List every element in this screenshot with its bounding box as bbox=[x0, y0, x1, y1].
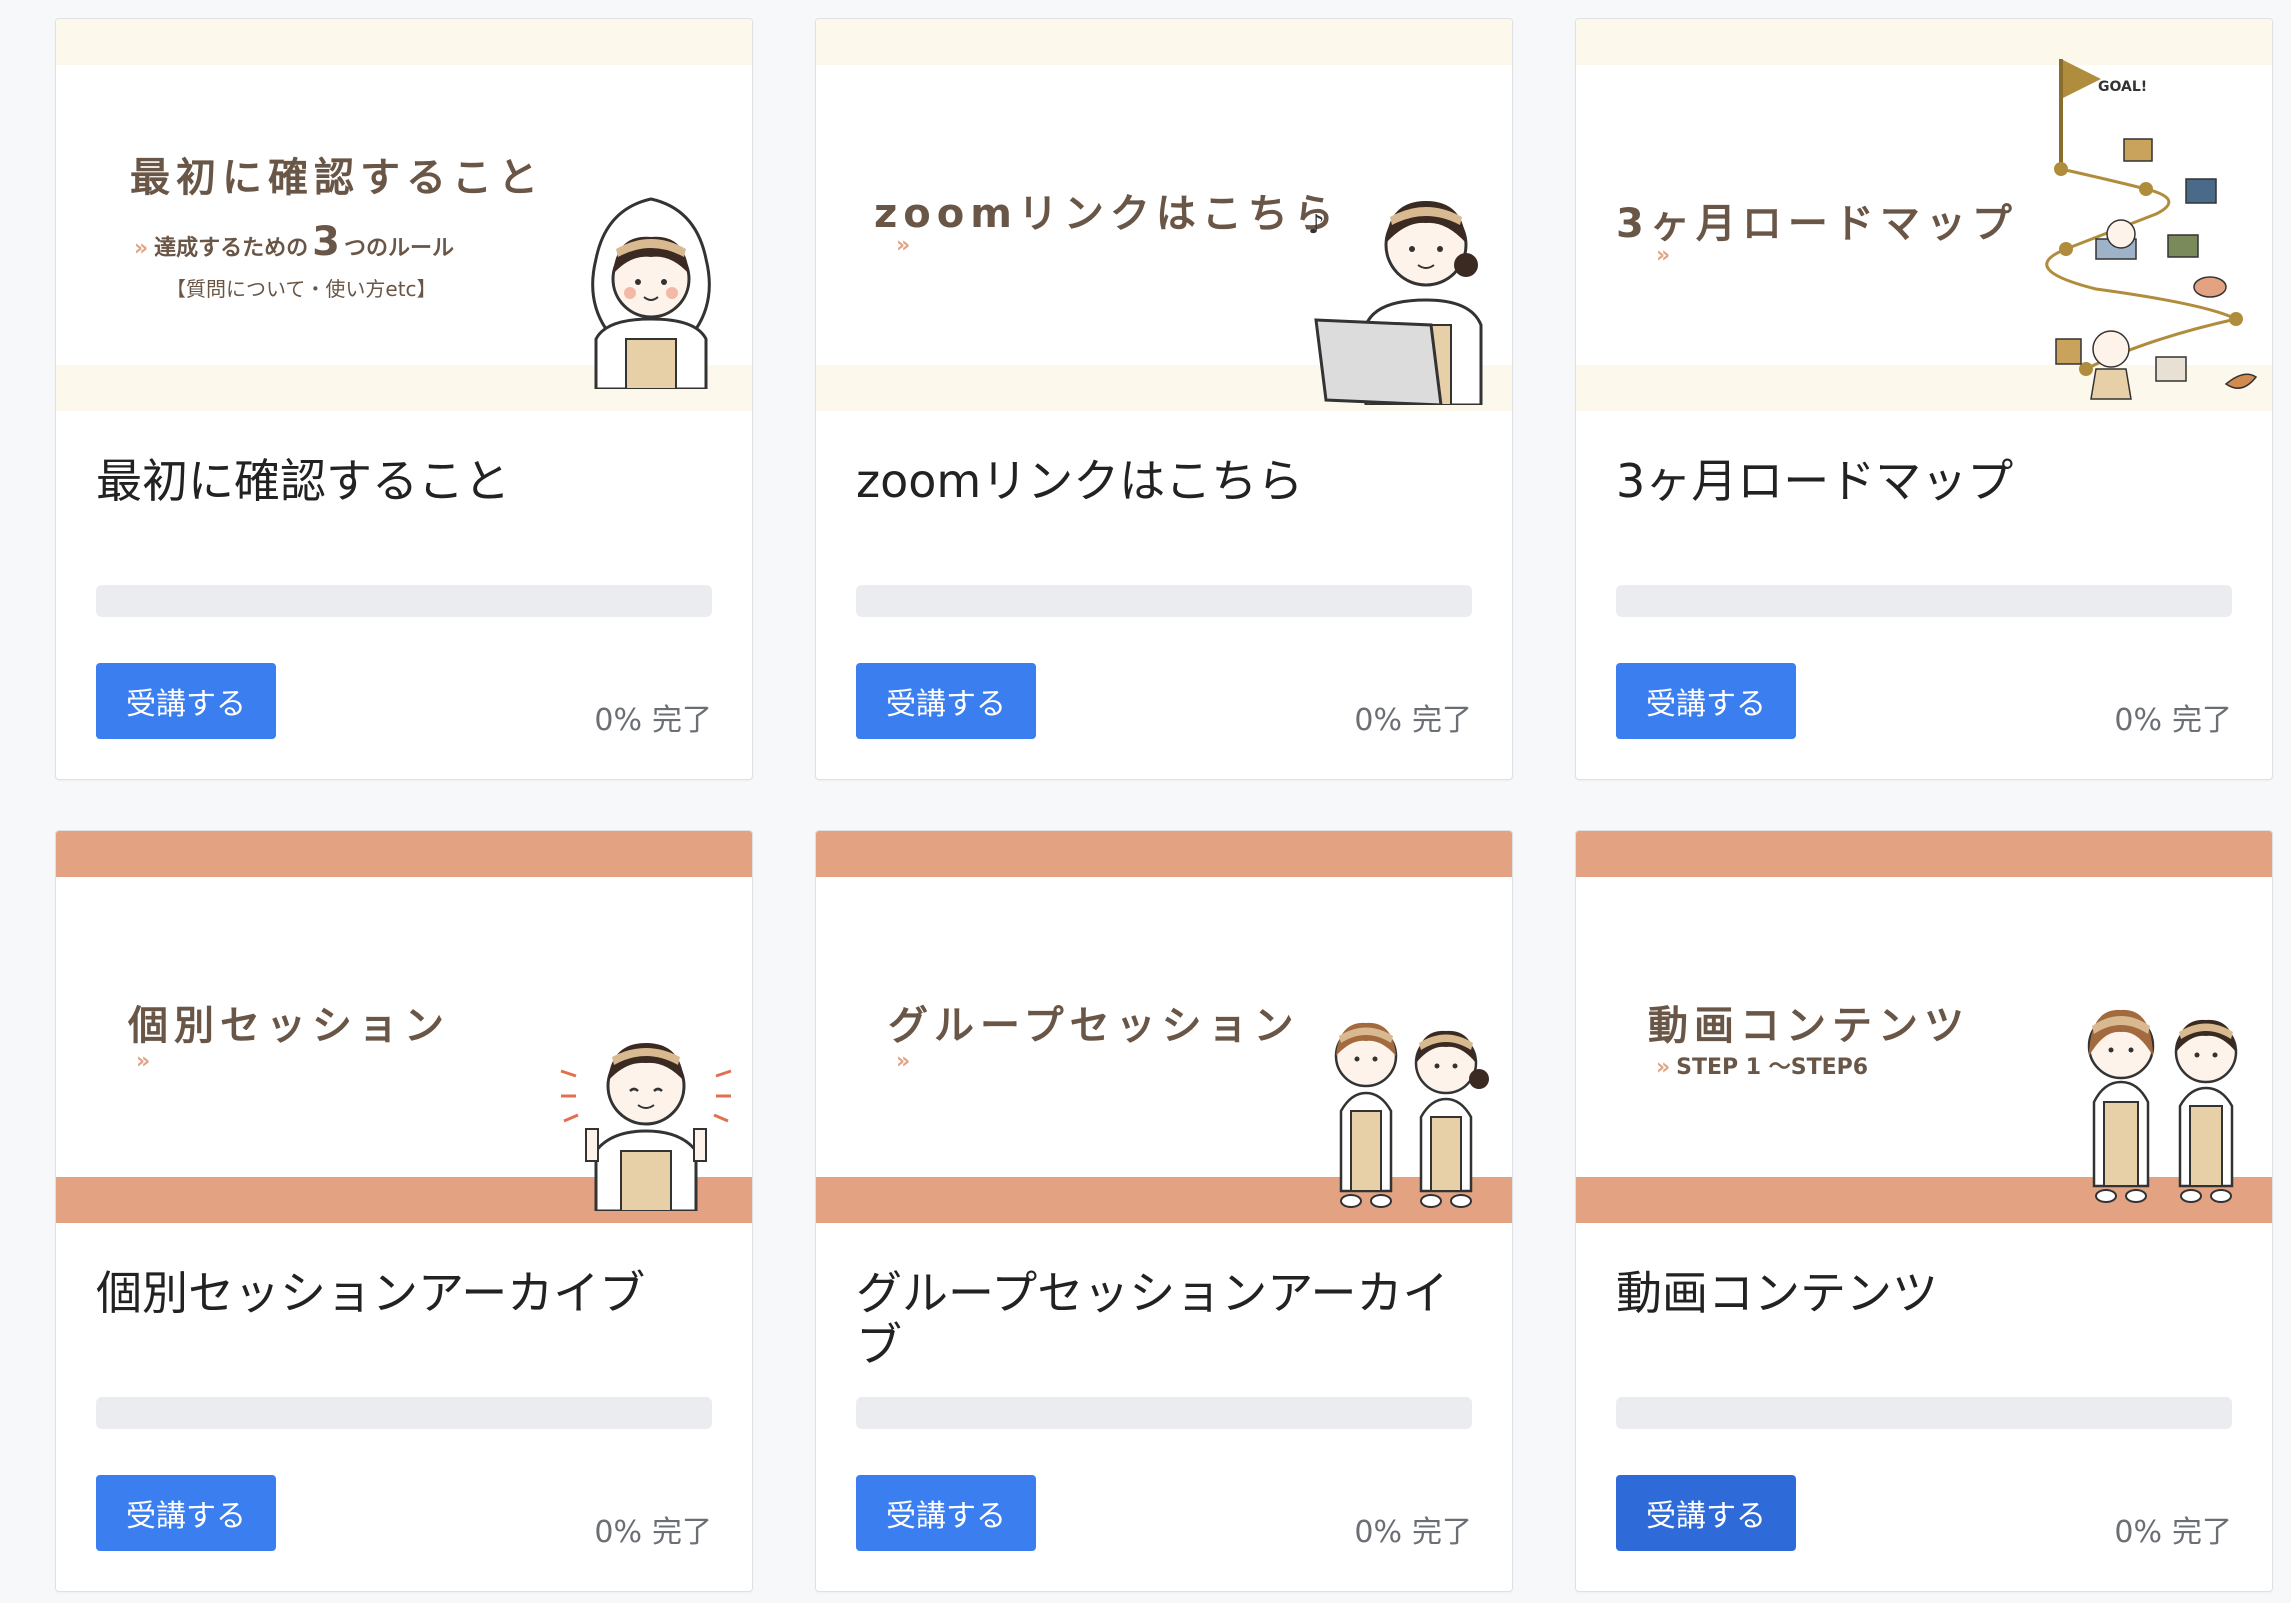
course-card[interactable]: グループセッション ›› グループセッションアーカイブ 受講する 0% 完了 bbox=[815, 830, 1513, 1592]
course-thumbnail[interactable]: 最初に確認すること ›› 達成するための 3 つのルール 【質問について・使い方etc… bbox=[56, 19, 752, 411]
enroll-button[interactable]: 受講する bbox=[96, 1475, 276, 1551]
progress-bar bbox=[856, 585, 1472, 617]
woman-thumbs-up-illustration bbox=[560, 1043, 732, 1211]
thumbnail-note: 【質問について・使い方etc】 bbox=[166, 277, 437, 301]
chevron-right-icon: ›› bbox=[1656, 243, 1670, 268]
thumbnail-band-top bbox=[816, 831, 1512, 877]
thumbnail-chevron: ›› bbox=[896, 1049, 916, 1074]
svg-text:♪: ♪ bbox=[1308, 210, 1325, 240]
enroll-button[interactable]: 受講する bbox=[856, 663, 1036, 739]
thumbnail-title: zoomリンクはこちら bbox=[874, 191, 1340, 237]
course-thumbnail[interactable]: 個別セッション ›› bbox=[56, 831, 752, 1223]
chevron-right-icon: ›› bbox=[136, 1049, 150, 1074]
thumbnail-title: グループセッション bbox=[888, 1003, 1300, 1049]
progress-label: 完了 bbox=[652, 703, 712, 738]
course-card[interactable]: 3ヶ月ロードマップ ›› GOAL! 3ヶ月ロードマップ 受講する 0% 完了 bbox=[1575, 18, 2273, 780]
progress-status: 0% 完了 bbox=[594, 1507, 712, 1551]
course-title: 最初に確認すること bbox=[96, 454, 510, 508]
progress-percent: 0% bbox=[2114, 703, 2162, 738]
thumbnail-title: 個別セッション bbox=[128, 1003, 450, 1049]
thumbnail-band-top bbox=[816, 19, 1512, 65]
progress-label: 完了 bbox=[652, 1515, 712, 1550]
thumbnail-subtitle: ›› STEP 1 〜STEP6 bbox=[1656, 1055, 1869, 1080]
roadmap-path-illustration: GOAL! bbox=[2045, 59, 2258, 400]
course-card[interactable]: 動画コンテンツ ›› STEP 1 〜STEP6 動画コンテンツ 受講する 0%… bbox=[1575, 830, 2273, 1592]
course-card[interactable]: 個別セッション ›› 個別セッションアーカイブ 受講する 0% 完了 bbox=[55, 830, 753, 1592]
woman-arms-circle-illustration bbox=[591, 197, 711, 389]
progress-status: 0% 完了 bbox=[2114, 1507, 2232, 1551]
two-women-illustration bbox=[1334, 1022, 1489, 1208]
course-thumbnail[interactable]: zoomリンクはこちら ›› ♪ bbox=[816, 19, 1512, 411]
thumbnail-subtitle-number: 3 bbox=[312, 219, 340, 265]
enroll-button[interactable]: 受講する bbox=[1616, 1475, 1796, 1551]
chevron-right-icon: ›› bbox=[134, 236, 148, 261]
course-title: zoomリンクはこちら bbox=[856, 454, 1304, 508]
goal-label: GOAL! bbox=[2098, 79, 2147, 95]
progress-status: 0% 完了 bbox=[1354, 695, 1472, 739]
progress-bar bbox=[1616, 585, 2232, 617]
course-thumbnail[interactable]: 動画コンテンツ ›› STEP 1 〜STEP6 bbox=[1576, 831, 2272, 1223]
course-title: 3ヶ月ロードマップ bbox=[1616, 454, 2014, 508]
course-card[interactable]: 最初に確認すること ›› 達成するための 3 つのルール 【質問について・使い方etc… bbox=[55, 18, 753, 780]
progress-label: 完了 bbox=[1412, 703, 1472, 738]
course-thumbnail[interactable]: グループセッション ›› bbox=[816, 831, 1512, 1223]
thumbnail-title: 3ヶ月ロードマップ bbox=[1616, 201, 2018, 247]
woman-laptop-illustration: ♪ bbox=[1308, 201, 1483, 405]
thumbnail-title: 最初に確認すること bbox=[130, 155, 544, 201]
course-title: グループセッションアーカイブ bbox=[856, 1266, 1449, 1372]
progress-percent: 0% bbox=[2114, 1515, 2162, 1550]
chevron-right-icon: ›› bbox=[896, 1049, 910, 1074]
progress-percent: 0% bbox=[594, 703, 642, 738]
progress-label: 完了 bbox=[1412, 1515, 1472, 1550]
course-card[interactable]: zoomリンクはこちら ›› ♪ zoomリンクはこちら 受講する 0% 完了 bbox=[815, 18, 1513, 780]
enroll-button[interactable]: 受講する bbox=[856, 1475, 1036, 1551]
thumbnail-chevron: ›› bbox=[896, 233, 916, 258]
progress-percent: 0% bbox=[594, 1515, 642, 1550]
thumbnail-band-top bbox=[1576, 831, 2272, 877]
course-title: 動画コンテンツ bbox=[1616, 1266, 1938, 1320]
progress-label: 完了 bbox=[2172, 1515, 2232, 1550]
progress-percent: 0% bbox=[1354, 1515, 1402, 1550]
two-women-standing-illustration bbox=[2087, 1009, 2238, 1203]
thumbnail-chevron: ›› bbox=[136, 1049, 156, 1074]
thumbnail-subtitle: ›› 達成するための 3 つのルール bbox=[134, 219, 455, 265]
course-thumbnail[interactable]: 3ヶ月ロードマップ ›› GOAL! bbox=[1576, 19, 2272, 411]
progress-status: 0% 完了 bbox=[594, 695, 712, 739]
progress-bar bbox=[856, 1397, 1472, 1429]
chevron-right-icon: ›› bbox=[1656, 1055, 1670, 1080]
progress-status: 0% 完了 bbox=[1354, 1507, 1472, 1551]
enroll-button[interactable]: 受講する bbox=[96, 663, 276, 739]
progress-label: 完了 bbox=[2172, 703, 2232, 738]
enroll-button[interactable]: 受講する bbox=[1616, 663, 1796, 739]
thumbnail-chevron: ›› bbox=[1656, 243, 1676, 268]
thumbnail-band-top bbox=[56, 19, 752, 65]
progress-percent: 0% bbox=[1354, 703, 1402, 738]
progress-bar bbox=[1616, 1397, 2232, 1429]
progress-status: 0% 完了 bbox=[2114, 695, 2232, 739]
progress-bar bbox=[96, 585, 712, 617]
chevron-right-icon: ›› bbox=[896, 233, 910, 258]
course-title: 個別セッションアーカイブ bbox=[96, 1266, 646, 1320]
progress-bar bbox=[96, 1397, 712, 1429]
thumbnail-band-top bbox=[56, 831, 752, 877]
thumbnail-title: 動画コンテンツ bbox=[1648, 1003, 1970, 1049]
